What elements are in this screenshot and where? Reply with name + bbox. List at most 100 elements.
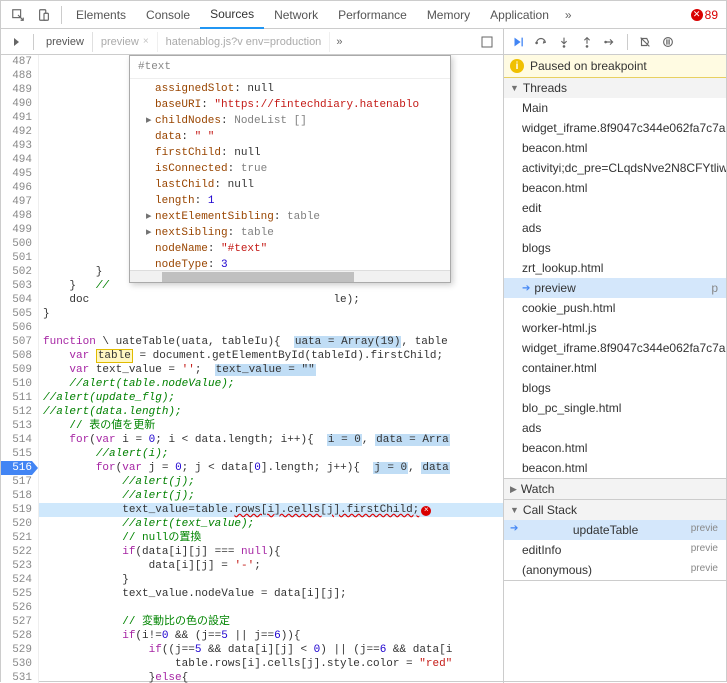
code-editor[interactable]: 4874884894904914924934944954964974984995… — [1, 55, 503, 683]
line-number[interactable]: 530 — [1, 657, 32, 671]
code-line[interactable]: if(i!=0 && (j==5 || j==6)){ — [39, 629, 503, 643]
line-number[interactable]: 526 — [1, 601, 32, 615]
code-line[interactable]: }else{ — [39, 671, 503, 683]
thread-item[interactable]: worker-html.js — [504, 318, 726, 338]
tooltip-property[interactable]: ▸nextElementSibling: table — [130, 209, 450, 225]
file-tabs-overflow[interactable]: » — [330, 36, 348, 48]
line-number[interactable]: 512 — [1, 405, 32, 419]
code-line[interactable]: for(var j = 0; j < data[0].length; j++){… — [39, 461, 503, 475]
thread-item[interactable]: beacon.html — [504, 178, 726, 198]
line-number[interactable]: 488 — [1, 69, 32, 83]
code-line[interactable] — [39, 321, 503, 335]
line-number[interactable]: 500 — [1, 237, 32, 251]
pause-exceptions-button[interactable] — [658, 32, 678, 52]
code-line[interactable]: //alert(j); — [39, 489, 503, 503]
code-line[interactable] — [39, 601, 503, 615]
code-line[interactable]: // nullの置換 — [39, 531, 503, 545]
tab-sources[interactable]: Sources — [200, 1, 264, 29]
line-number[interactable]: 508 — [1, 349, 32, 363]
code-line[interactable]: //alert(update_flg); — [39, 391, 503, 405]
line-number[interactable]: 527 — [1, 615, 32, 629]
tooltip-property[interactable]: data: " " — [130, 129, 450, 145]
threads-header[interactable]: ▼Threads — [504, 78, 726, 98]
line-number[interactable]: 519 — [1, 503, 32, 517]
thread-item[interactable]: container.html — [504, 358, 726, 378]
line-number[interactable]: 510 — [1, 377, 32, 391]
device-icon[interactable] — [35, 6, 53, 24]
line-number[interactable]: 501 — [1, 251, 32, 265]
resume-button[interactable] — [508, 32, 528, 52]
file-tab-hatenablog[interactable]: hatenablog.js?v env=production — [158, 32, 331, 52]
thread-item[interactable]: beacon.html — [504, 458, 726, 478]
tab-performance[interactable]: Performance — [328, 2, 417, 28]
code-line[interactable]: function \ uateTable(uata, tableIu){ uat… — [39, 335, 503, 349]
tab-memory[interactable]: Memory — [417, 2, 480, 28]
code-line[interactable]: text_value=table.rows[i].cells[j].firstC… — [39, 503, 503, 517]
tooltip-body[interactable]: assignedSlot: null baseURI: "https://fin… — [130, 79, 450, 270]
code-line[interactable]: for(var i = 0; i < data.length; i++){ i … — [39, 433, 503, 447]
tab-console[interactable]: Console — [136, 2, 200, 28]
tooltip-property[interactable]: nodeType: 3 — [130, 257, 450, 270]
inspect-icon[interactable] — [9, 6, 27, 24]
code-line[interactable]: doc le); — [39, 293, 503, 307]
line-number[interactable]: 490 — [1, 97, 32, 111]
thread-item[interactable]: zrt_lookup.html — [504, 258, 726, 278]
line-number[interactable]: 520 — [1, 517, 32, 531]
code-line[interactable]: //alert(table.nodeValue); — [39, 377, 503, 391]
thread-item[interactable]: activityi;dc_pre=CLqdsNve2N8CFYtliwc — [504, 158, 726, 178]
thread-item[interactable]: blogs — [504, 238, 726, 258]
line-number[interactable]: 505 — [1, 307, 32, 321]
line-number[interactable]: 521 — [1, 531, 32, 545]
thread-item[interactable]: beacon.html — [504, 138, 726, 158]
tab-elements[interactable]: Elements — [66, 2, 136, 28]
thread-item[interactable]: edit — [504, 198, 726, 218]
code-line[interactable]: } — [39, 307, 503, 321]
tabs-overflow[interactable]: » — [559, 8, 578, 22]
thread-item[interactable]: ads — [504, 418, 726, 438]
code-line[interactable]: var text_value = ''; text_value = "" — [39, 363, 503, 377]
line-number[interactable]: 504 — [1, 293, 32, 307]
tooltip-property[interactable]: assignedSlot: null — [130, 81, 450, 97]
code-line[interactable]: //alert(j); — [39, 475, 503, 489]
line-number[interactable]: 497 — [1, 195, 32, 209]
tooltip-property[interactable]: length: 1 — [130, 193, 450, 209]
code-line[interactable]: table.rows[i].cells[j].style.color = "re… — [39, 657, 503, 671]
step-button[interactable] — [600, 32, 620, 52]
step-out-button[interactable] — [577, 32, 597, 52]
line-number[interactable]: 489 — [1, 83, 32, 97]
tooltip-property[interactable]: lastChild: null — [130, 177, 450, 193]
code-line[interactable]: //alert(text_value); — [39, 517, 503, 531]
line-number[interactable]: 495 — [1, 167, 32, 181]
thread-item[interactable]: widget_iframe.8f9047c344e062fa7c7ad — [504, 338, 726, 358]
line-number[interactable]: 498 — [1, 209, 32, 223]
file-tab-preview-2[interactable]: preview× — [93, 32, 158, 52]
tooltip-scrollbar[interactable] — [130, 270, 450, 282]
watch-header[interactable]: ▶Watch — [504, 479, 726, 499]
file-tab-preview-1[interactable]: preview — [38, 32, 93, 52]
line-number[interactable]: 523 — [1, 559, 32, 573]
thread-item[interactable]: blo_pc_single.html — [504, 398, 726, 418]
line-number[interactable]: 492 — [1, 125, 32, 139]
line-number[interactable]: 531 — [1, 671, 32, 683]
step-into-button[interactable] — [554, 32, 574, 52]
code-line[interactable]: if((j==5 && data[i][j] < 0) || (j==6 && … — [39, 643, 503, 657]
line-number[interactable]: 509 — [1, 363, 32, 377]
tooltip-property[interactable]: ▸nextSibling: table — [130, 225, 450, 241]
step-over-button[interactable] — [531, 32, 551, 52]
thread-item[interactable]: ads — [504, 218, 726, 238]
thread-item[interactable]: blogs — [504, 378, 726, 398]
stack-frame[interactable]: ➔updateTableprevie — [504, 520, 726, 540]
line-number[interactable]: 518 — [1, 489, 32, 503]
line-number[interactable]: 514 — [1, 433, 32, 447]
code-line[interactable]: // 表の値を更新 — [39, 419, 503, 433]
line-number[interactable]: 494 — [1, 153, 32, 167]
code-line[interactable]: // 変動比の色の設定 — [39, 615, 503, 629]
line-number[interactable]: 487 — [1, 55, 32, 69]
line-number[interactable]: 525 — [1, 587, 32, 601]
code-line[interactable]: } — [39, 573, 503, 587]
line-gutter[interactable]: 4874884894904914924934944954964974984995… — [1, 55, 39, 683]
line-number[interactable]: 506 — [1, 321, 32, 335]
line-number[interactable]: 522 — [1, 545, 32, 559]
line-number[interactable]: 528 — [1, 629, 32, 643]
line-number[interactable]: 502 — [1, 265, 32, 279]
